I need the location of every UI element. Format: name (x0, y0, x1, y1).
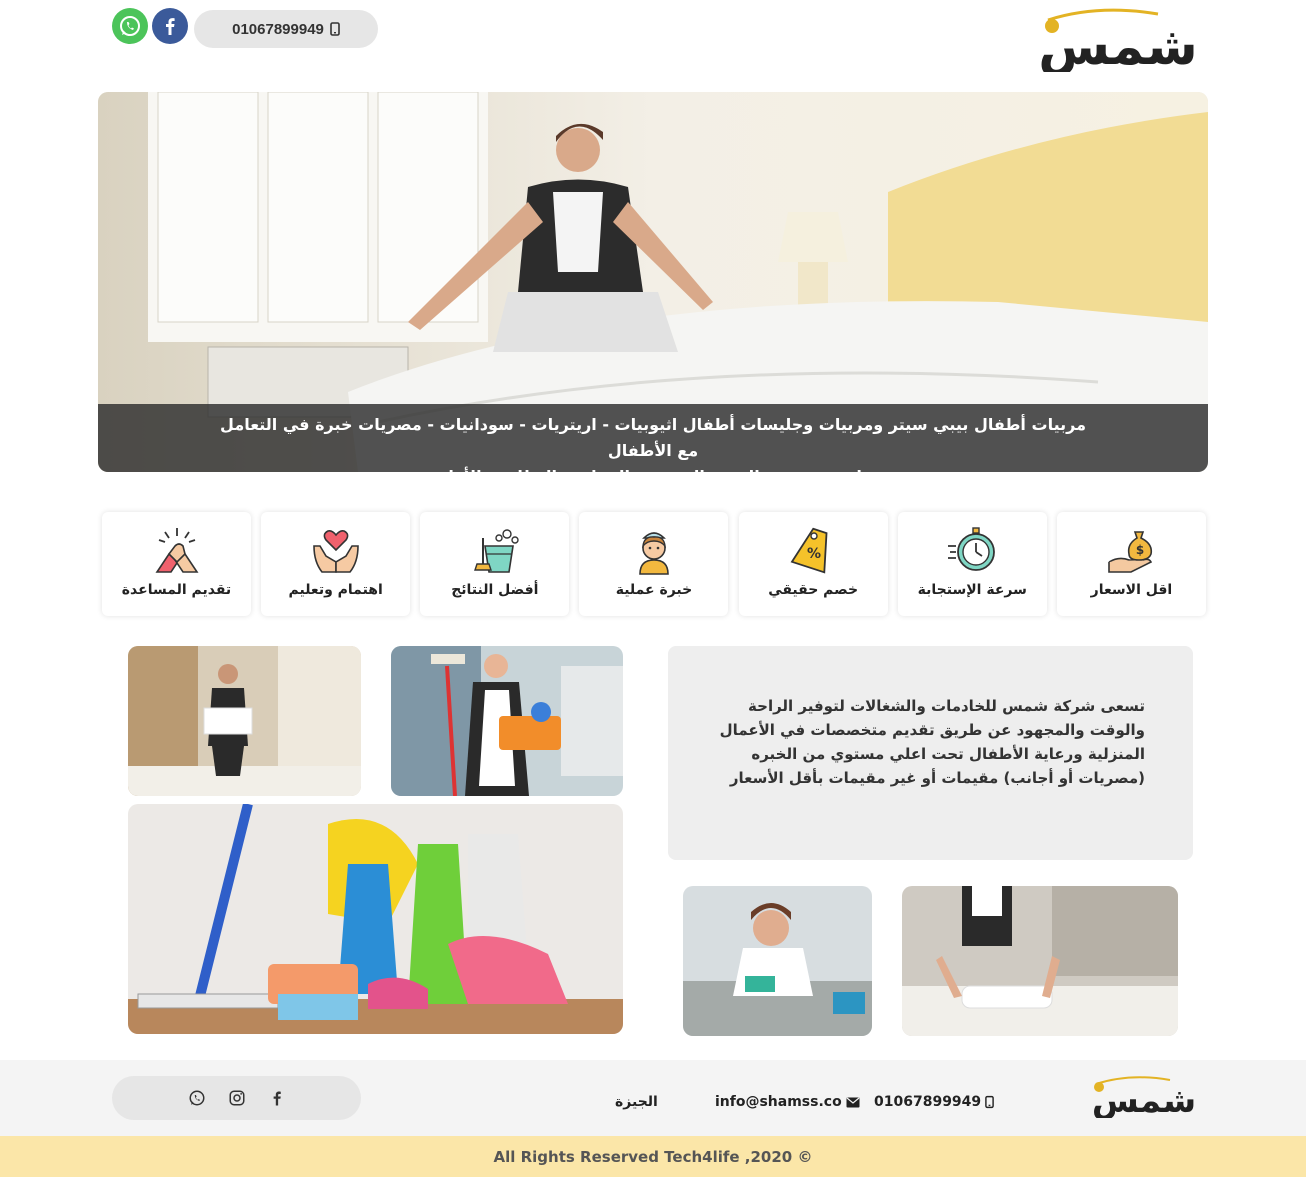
hero-banner: مربيات أطفال بيبي سيتر ومربيات وجليسات أ… (98, 92, 1208, 472)
whatsapp-icon[interactable] (112, 8, 148, 44)
footer-email[interactable]: info@shamss.co (715, 1094, 860, 1110)
phone-icon (985, 1095, 994, 1109)
about-text-box: تسعى شركة شمس للخادمات والشغالات لتوفير … (668, 646, 1193, 860)
money-bag-hand-icon: $ (1108, 531, 1153, 573)
footer-phone-text: 01067899949 (874, 1094, 982, 1110)
feature-label: اهتمام وتعليم (288, 582, 383, 598)
feature-label: تقديم المساعدة (121, 582, 232, 598)
footer-phone[interactable]: 01067899949 (874, 1094, 994, 1110)
site-footer: الجيزة info@shamss.co 01067899949 شمس (0, 1060, 1306, 1136)
hero-caption: مربيات أطفال بيبي سيتر ومربيات وجليسات أ… (98, 404, 1208, 472)
site-header: 01067899949 شمس (0, 0, 1306, 80)
site-logo[interactable]: شمس (1038, 6, 1198, 77)
instagram-icon[interactable] (228, 1089, 246, 1107)
making-bed-photo (902, 886, 1178, 1036)
maid-icon (639, 532, 669, 575)
header-phone[interactable]: 01067899949 (194, 10, 378, 48)
whatsapp-icon[interactable] (188, 1089, 206, 1107)
svg-text:$: $ (1136, 543, 1144, 557)
heart-hands-icon (312, 530, 359, 573)
maid-cleaning-supplies-photo (391, 646, 623, 796)
email-text: info@shamss.co (715, 1094, 842, 1110)
feature-label: أفضل النتائج (451, 582, 539, 598)
facebook-icon[interactable] (152, 8, 188, 44)
feature-card: أفضل النتائج (420, 512, 570, 616)
copyright-text: All Rights Reserved Tech4life ,2020 © (493, 1147, 813, 1166)
copyright-bar: All Rights Reserved Tech4life ,2020 © (0, 1136, 1306, 1177)
feature-card: اهتمام وتعليم (261, 512, 411, 616)
cleaning-bucket-icon (473, 529, 519, 573)
feature-label: خصم حقيقي (768, 582, 859, 598)
feature-card: سرعة الإستجابة (897, 512, 1047, 616)
feature-label: اقل الاسعار (1090, 582, 1173, 598)
svg-text:%: % (807, 546, 821, 562)
footer-logo-text: شمس (1092, 1081, 1196, 1118)
footer-city: الجيزة (615, 1094, 658, 1110)
hero-caption-line2: على مستوى عالٍ من التدريب والمهارة والنظ… (218, 464, 1088, 472)
feature-card: % خصم حقيقي (738, 512, 888, 616)
feature-card: خبرة عملية (579, 512, 729, 616)
features-row: $ اقل الاسعار سرعة الإستجابة % خصم حقيقي… (102, 512, 1206, 616)
footer-social-bar (112, 1076, 361, 1120)
phone-icon (330, 22, 340, 36)
logo-text: شمس (1038, 17, 1198, 72)
city-text: الجيزة (615, 1094, 658, 1110)
facebook-icon[interactable] (268, 1089, 286, 1107)
envelope-icon (846, 1097, 860, 1107)
footer-logo[interactable]: شمس (1090, 1074, 1196, 1121)
handshake-icon (155, 528, 198, 573)
about-paragraph: تسعى شركة شمس للخادمات والشغالات لتوفير … (719, 697, 1145, 787)
feature-label: خبرة عملية (615, 582, 693, 598)
stopwatch-icon (948, 527, 996, 571)
feature-label: سرعة الإستجابة (917, 582, 1027, 598)
feature-card: تقديم المساعدة (102, 512, 251, 616)
cleaning-products-photo (128, 804, 623, 1034)
hero-caption-line1: مربيات أطفال بيبي سيتر ومربيات وجليسات أ… (220, 415, 1086, 460)
discount-tag-icon: % (790, 527, 828, 574)
maid-towels-photo (128, 646, 361, 796)
woman-cleaning-table-photo (683, 886, 872, 1036)
phone-number: 01067899949 (232, 20, 324, 38)
feature-card: $ اقل الاسعار (1056, 512, 1206, 616)
